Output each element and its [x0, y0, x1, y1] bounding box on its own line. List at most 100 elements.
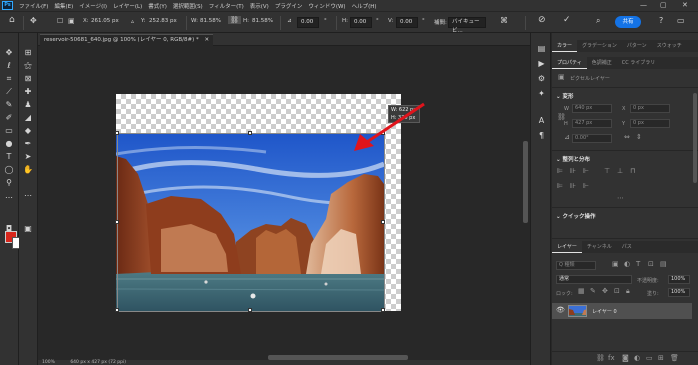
- transform-handle-bottom-left[interactable]: [115, 308, 119, 312]
- tab-channels[interactable]: チャンネル: [582, 241, 617, 253]
- opacity-field[interactable]: 100%: [668, 275, 690, 284]
- filter-pixel-icon[interactable]: ▣: [612, 260, 619, 268]
- more-tools-icon[interactable]: …: [3, 190, 15, 201]
- close-window-button[interactable]: ✕: [682, 1, 688, 9]
- screen-mode-icon[interactable]: ▣: [22, 223, 34, 234]
- minimize-button[interactable]: —: [640, 1, 647, 9]
- tab-color[interactable]: カラー: [552, 40, 578, 52]
- filter-adjustment-icon[interactable]: ◐: [624, 260, 630, 268]
- lock-pixels-icon[interactable]: ✎: [590, 287, 596, 295]
- flip-horizontal-icon[interactable]: ⇔: [624, 133, 630, 141]
- properties-scrollbar[interactable]: [692, 93, 698, 213]
- menu-filter[interactable]: フィルター(T): [209, 2, 244, 10]
- transform-handle-top[interactable]: [248, 131, 252, 135]
- transform-y-field[interactable]: 0 px: [630, 119, 670, 128]
- h-field[interactable]: 81.58%: [252, 18, 273, 24]
- align-bottom-icon[interactable]: ⊓: [630, 167, 635, 175]
- spot-healing-icon[interactable]: ✚: [22, 86, 34, 97]
- layer-filter-field[interactable]: Q 種類: [556, 261, 596, 270]
- flip-vertical-icon[interactable]: ⇕: [636, 133, 642, 141]
- tab-swatches[interactable]: スウォッチ: [652, 40, 687, 52]
- menu-image[interactable]: イメージ(I): [79, 2, 107, 10]
- delta-icon[interactable]: ▵: [131, 18, 134, 25]
- align-right-icon[interactable]: ⊩: [583, 167, 589, 175]
- pen-tool-icon[interactable]: ✒: [22, 138, 34, 149]
- filter-shape-icon[interactable]: ⊡: [648, 260, 654, 268]
- filter-smart-icon[interactable]: ▤: [660, 260, 667, 268]
- cancel-transform-icon[interactable]: ⊘: [538, 15, 546, 25]
- commit-transform-icon[interactable]: ✓: [563, 15, 571, 25]
- layer-row[interactable]: 👁︎ レイヤー 0: [552, 303, 692, 319]
- hskew-field[interactable]: 0.00: [350, 17, 372, 28]
- transform-handle-bottom-right[interactable]: [381, 308, 385, 312]
- transform-angle-field[interactable]: 0.00°: [572, 134, 612, 143]
- menu-plugins[interactable]: プラグイン: [275, 2, 303, 10]
- frame-tool-icon[interactable]: ⊠: [22, 73, 34, 84]
- transform-section-title[interactable]: ⌄ 変形: [556, 92, 574, 100]
- brush-panel-icon[interactable]: ⚙: [536, 73, 547, 84]
- tab-cc-libraries[interactable]: CC ライブラリ: [617, 57, 661, 69]
- link-icon[interactable]: ⛓: [228, 16, 241, 24]
- transform-w-field[interactable]: 640 px: [572, 104, 612, 113]
- help-icon[interactable]: ?: [659, 16, 663, 25]
- eraser-tool-icon[interactable]: ◢: [22, 112, 34, 123]
- distribute-right-icon[interactable]: ⊩: [583, 182, 589, 190]
- zoom-level[interactable]: 100%: [42, 360, 55, 365]
- tab-pattern[interactable]: パターン: [622, 40, 652, 52]
- delete-layer-icon[interactable]: 🗑︎: [670, 354, 679, 362]
- menu-layer[interactable]: レイヤー(L): [113, 2, 142, 10]
- interpolation-select[interactable]: バイキュービ...: [448, 17, 486, 34]
- lock-all-icon[interactable]: 🔒︎: [626, 287, 630, 296]
- history-panel-icon[interactable]: ▤: [536, 43, 547, 54]
- history-brush-icon[interactable]: ✐: [3, 112, 15, 123]
- w-field[interactable]: 81.58%: [200, 18, 221, 24]
- move-tool-icon[interactable]: ✥: [3, 47, 15, 58]
- link-layers-icon[interactable]: ⛓: [596, 354, 605, 362]
- document-tab[interactable]: reservoir-50681_640.jpg @ 100% (レイヤー 0, …: [40, 34, 214, 46]
- move-tool-icon[interactable]: ✥: [30, 16, 37, 25]
- eyedropper-tool-icon[interactable]: ⟋: [3, 86, 15, 97]
- quick-mask-icon[interactable]: ◘: [3, 223, 15, 234]
- blur-tool-icon[interactable]: ◆: [22, 125, 34, 136]
- crop-tool-icon[interactable]: ⌗: [3, 73, 15, 84]
- search-icon[interactable]: ⌕: [596, 16, 600, 26]
- vskew-field[interactable]: 0.00: [396, 17, 418, 28]
- magic-wand-icon[interactable]: ⚝: [22, 60, 34, 71]
- lasso-tool-icon[interactable]: ℓ: [3, 60, 15, 71]
- edit-toolbar-icon[interactable]: ⋯: [22, 190, 34, 201]
- dodge-tool-icon[interactable]: ●: [3, 138, 15, 149]
- menu-help[interactable]: ヘルプ(H): [352, 2, 377, 10]
- tab-properties[interactable]: プロパティ: [552, 57, 587, 69]
- character-panel-icon[interactable]: A: [536, 115, 547, 126]
- canvas-vertical-scrollbar[interactable]: [521, 46, 530, 360]
- share-button[interactable]: 共有: [615, 16, 641, 28]
- menu-type[interactable]: 書式(Y): [148, 2, 167, 10]
- quick-actions-title[interactable]: ⌄ クイック操作: [556, 212, 596, 220]
- maximize-button[interactable]: ▢: [660, 1, 667, 9]
- align-center-icon[interactable]: ⊪: [570, 167, 576, 175]
- tab-adjustments[interactable]: 色調補正: [587, 57, 617, 69]
- reference-point-icon[interactable]: ▣: [68, 17, 75, 25]
- menu-edit[interactable]: 編集(E): [54, 2, 73, 10]
- home-icon[interactable]: ⌂: [9, 15, 15, 25]
- lock-transparent-icon[interactable]: ▦: [578, 287, 585, 295]
- transform-handle-left[interactable]: [115, 220, 119, 224]
- lock-position-icon[interactable]: ✥: [602, 287, 608, 295]
- transform-handle-top-left[interactable]: [115, 131, 119, 135]
- transform-handle-right[interactable]: [381, 220, 385, 224]
- align-middle-icon[interactable]: ⊥: [617, 167, 623, 175]
- align-left-icon[interactable]: ⊫: [557, 167, 563, 175]
- document-info[interactable]: 640 px x 427 px (72 ppi): [70, 360, 126, 365]
- hand-tool-icon[interactable]: ✋: [22, 164, 34, 175]
- workspace-icon[interactable]: ▭: [677, 16, 685, 25]
- blend-mode-select[interactable]: 通常: [556, 275, 632, 284]
- transform-handle-bottom[interactable]: [248, 308, 252, 312]
- x-field[interactable]: 261.05 px: [91, 18, 119, 24]
- path-select-icon[interactable]: ➤: [22, 151, 34, 162]
- visibility-eye-icon[interactable]: 👁︎: [556, 306, 565, 314]
- distribute-icon[interactable]: ⊫: [557, 182, 563, 190]
- canvas-area[interactable]: W: 622 px H: 336 px: [38, 46, 521, 360]
- reference-point-checkbox[interactable]: ☐: [57, 17, 63, 25]
- lock-artboard-icon[interactable]: ⊡: [614, 287, 620, 295]
- more-options-icon[interactable]: ⋯: [617, 194, 624, 202]
